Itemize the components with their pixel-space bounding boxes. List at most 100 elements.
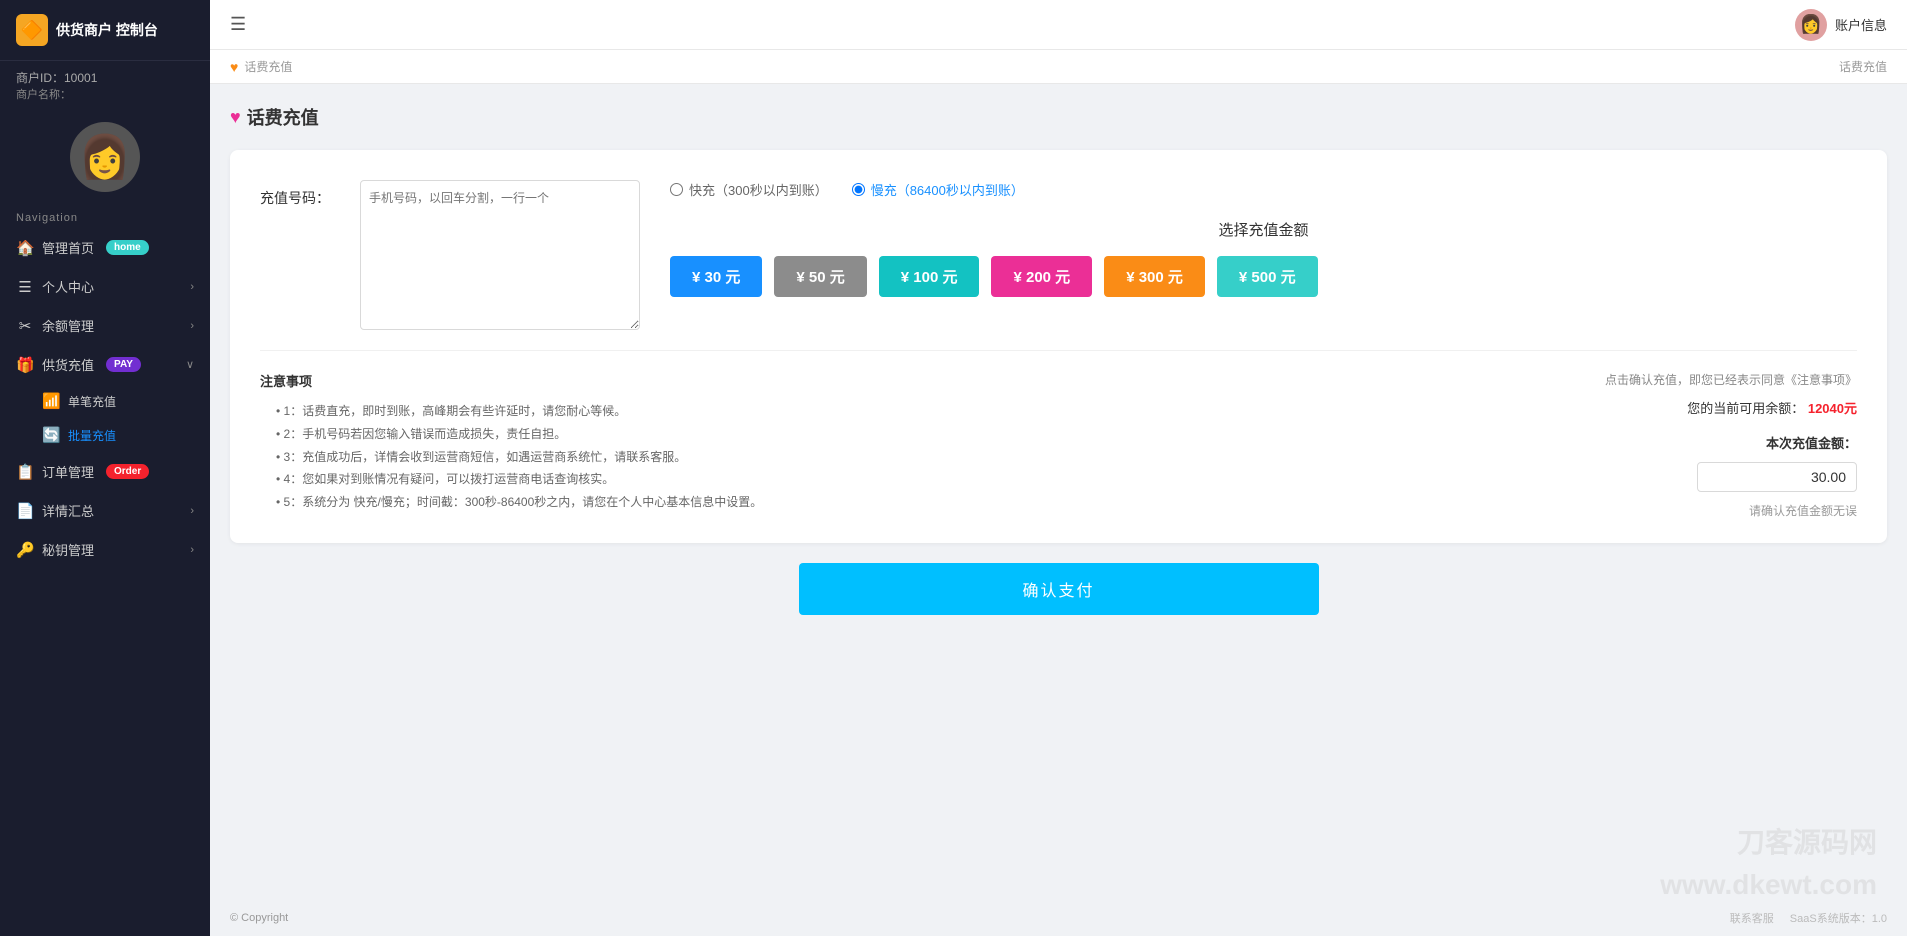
notes-item-3: 3：充值成功后，详情会收到运营商短信，如遇运营商系统忙，请联系客服。	[276, 446, 1575, 469]
sidebar-header: 🔶 供货商户 控制台	[0, 0, 210, 61]
card-divider	[260, 350, 1857, 351]
fast-charge-radio[interactable]	[670, 183, 683, 196]
sidebar-item-order[interactable]: 📋 订单管理 Order	[0, 452, 210, 491]
amount-btn-500[interactable]: ¥ 500 元	[1217, 256, 1318, 297]
form-row-main: 充值号码： 快充（300秒以内到账） 慢充（86400秒以内到账）	[260, 180, 1857, 330]
footer-links: 联系客服 SaaS系统版本：1.0	[1730, 910, 1887, 926]
charge-amount-input[interactable]	[1697, 462, 1857, 492]
amount-title: 选择充值金额	[670, 219, 1857, 240]
sidebar-logo-icon: 🔶	[16, 14, 48, 46]
charge-options: 快充（300秒以内到账） 慢充（86400秒以内到账） 选择充值金额 ¥ 30 …	[670, 180, 1857, 297]
breadcrumb-icon: ♥	[230, 59, 238, 75]
right-panel: 点击确认充值，即您已经表示同意《注意事项》 您的当前可用余额： 12040元 本…	[1605, 371, 1857, 519]
sidebar-app-title: 供货商户 控制台	[56, 20, 158, 40]
slow-charge-label: 慢充（86400秒以内到账）	[871, 180, 1024, 199]
sidebar-sub-label: 单笔充值	[68, 393, 116, 410]
sidebar-item-home[interactable]: 🏠 管理首页 home	[0, 228, 210, 267]
sidebar-item-label: 个人中心	[42, 277, 94, 296]
fast-charge-option[interactable]: 快充（300秒以内到账）	[670, 180, 828, 199]
main-card: 充值号码： 快充（300秒以内到账） 慢充（86400秒以内到账）	[230, 150, 1887, 543]
sidebar-item-label: 订单管理	[42, 462, 94, 481]
sidebar-item-label: 管理首页	[42, 238, 94, 257]
balance-value: 12040元	[1808, 401, 1857, 416]
sidebar-item-single-charge[interactable]: 📶 单笔充值	[32, 384, 210, 418]
page-title: ♥ 话费充值	[230, 104, 1887, 130]
footer: © Copyright 联系客服 SaaS系统版本：1.0	[210, 900, 1907, 936]
chevron-right-icon: ›	[190, 320, 194, 332]
sidebar-item-label: 秘钥管理	[42, 540, 94, 559]
chevron-down-icon: ∨	[186, 358, 194, 371]
pay-badge: PAY	[106, 357, 141, 372]
personal-icon: ☰	[16, 278, 34, 296]
footer-link-contact[interactable]: 联系客服	[1730, 910, 1774, 926]
sidebar-item-personal[interactable]: ☰ 个人中心 ›	[0, 267, 210, 306]
amount-btn-200[interactable]: ¥ 200 元	[991, 256, 1092, 297]
supply-sub-menu: 📶 单笔充值 🔄 批量充值	[0, 384, 210, 452]
summary-icon: 📄	[16, 502, 34, 520]
sidebar-item-secret[interactable]: 🔑 秘钥管理 ›	[0, 530, 210, 569]
sidebar-item-summary[interactable]: 📄 详情汇总 ›	[0, 491, 210, 530]
hamburger-button[interactable]: ☰	[230, 14, 246, 35]
footer-copyright: © Copyright	[230, 912, 288, 924]
sidebar-item-batch-charge[interactable]: 🔄 批量充值	[32, 418, 210, 452]
balance-icon: ✂	[16, 317, 34, 335]
amount-btn-30[interactable]: ¥ 30 元	[670, 256, 762, 297]
amount-btn-50[interactable]: ¥ 50 元	[774, 256, 866, 297]
order-badge: Order	[106, 464, 149, 479]
sidebar-item-balance[interactable]: ✂ 余额管理 ›	[0, 306, 210, 345]
single-charge-icon: 📶	[42, 392, 60, 410]
sidebar-item-label: 详情汇总	[42, 501, 94, 520]
charge-amount-label: 本次充值金额：	[1605, 433, 1857, 452]
confirm-hint-text: 点击确认充值，即您已经表示同意《注意事项》	[1605, 371, 1857, 388]
notes-item-2: 2：手机号码若因您输入错误而造成损失，责任自担。	[276, 423, 1575, 446]
slow-charge-option[interactable]: 慢充（86400秒以内到账）	[852, 180, 1024, 199]
sidebar-sub-label: 批量充值	[68, 427, 116, 444]
charge-code-textarea[interactable]	[360, 180, 640, 330]
chevron-right-icon: ›	[190, 505, 194, 517]
notes-title: 注意事项	[260, 371, 1575, 390]
title-heart-icon: ♥	[230, 107, 241, 128]
sidebar-item-label: 供货充值	[42, 355, 94, 374]
amount-btn-100[interactable]: ¥ 100 元	[879, 256, 980, 297]
nav-section-label: Navigation	[0, 202, 210, 228]
chevron-right-icon: ›	[190, 281, 194, 293]
footer-version: SaaS系统版本：1.0	[1790, 910, 1887, 926]
topbar-account-label: 账户信息	[1835, 15, 1887, 34]
notes-section: 注意事项 1：话费直充，即时到账，高峰期会有些许延时，请您耐心等候。 2：手机号…	[260, 371, 1575, 519]
topbar-account[interactable]: 👩 账户信息	[1795, 9, 1887, 41]
page-content: ♥ 话费充值 充值号码： 快充（300秒以内到账） 慢充（8640	[210, 84, 1907, 900]
supply-icon: 🎁	[16, 356, 34, 374]
main-area: ☰ 👩 账户信息 ♥ 话费充值 话费充值 ♥ 话费充值 充值号码：	[210, 0, 1907, 936]
sidebar-merchant-name: 商户名称：	[16, 86, 194, 102]
amount-btn-300[interactable]: ¥ 300 元	[1104, 256, 1205, 297]
amount-buttons: ¥ 30 元 ¥ 50 元 ¥ 100 元 ¥ 200 元 ¥ 300 元 ¥ …	[670, 256, 1857, 297]
breadcrumb-current: 话费充值	[1839, 58, 1887, 75]
sidebar-avatar-section: 👩	[0, 104, 210, 202]
amount-section: 选择充值金额 ¥ 30 元 ¥ 50 元 ¥ 100 元 ¥ 200 元 ¥ 3…	[670, 219, 1857, 297]
home-icon: 🏠	[16, 239, 34, 257]
home-badge: home	[106, 240, 149, 255]
charge-type-radio-group: 快充（300秒以内到账） 慢充（86400秒以内到账）	[670, 180, 1857, 199]
charge-confirm-hint: 请确认充值金额无误	[1605, 502, 1857, 519]
breadcrumb-label: 话费充值	[244, 58, 292, 75]
slow-charge-radio[interactable]	[852, 183, 865, 196]
charge-code-label: 充值号码：	[260, 180, 330, 208]
confirm-button-wrap: 确认支付	[230, 543, 1887, 625]
notes-item-4: 4：您如果对到账情况有疑问，可以拨打运营商电话查询核实。	[276, 468, 1575, 491]
sidebar: 🔶 供货商户 控制台 商户ID：10001 商户名称： 👩 Navigation…	[0, 0, 210, 936]
chevron-right-icon: ›	[190, 544, 194, 556]
balance-row: 您的当前可用余额： 12040元	[1605, 398, 1857, 417]
topbar: ☰ 👩 账户信息	[210, 0, 1907, 50]
secret-icon: 🔑	[16, 541, 34, 559]
page-title-text: 话费充值	[247, 104, 319, 130]
order-icon: 📋	[16, 463, 34, 481]
notes-item-5: 5：系统分为 快充/慢充；时间截：300秒-86400秒之内，请您在个人中心基本…	[276, 491, 1575, 514]
topbar-left: ☰	[230, 14, 246, 35]
sidebar-merchant-id: 商户ID：10001	[16, 69, 194, 86]
batch-charge-icon: 🔄	[42, 426, 60, 444]
notes-list: 1：话费直充，即时到账，高峰期会有些许延时，请您耐心等候。 2：手机号码若因您输…	[260, 400, 1575, 514]
sidebar-item-supply[interactable]: 🎁 供货充值 PAY ∨	[0, 345, 210, 384]
sidebar-item-label: 余额管理	[42, 316, 94, 335]
bottom-section: 注意事项 1：话费直充，即时到账，高峰期会有些许延时，请您耐心等候。 2：手机号…	[260, 371, 1857, 519]
confirm-pay-button[interactable]: 确认支付	[799, 563, 1319, 615]
